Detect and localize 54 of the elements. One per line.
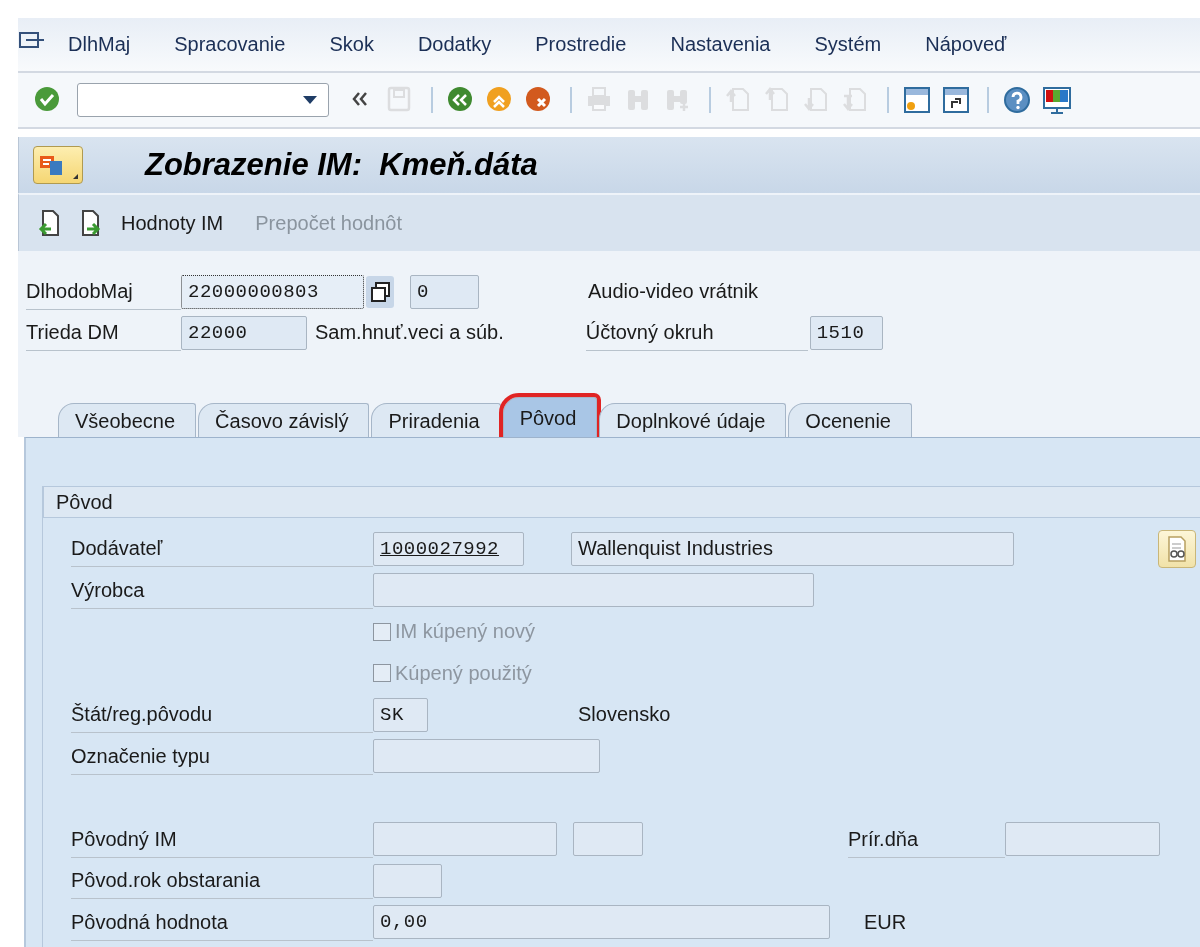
input-field[interactable]: 22000 [181,315,307,350]
field-label: Pôvod.rok obstarania [71,862,373,900]
toolbar-button[interactable]: Hodnoty IM [121,211,224,235]
monitor-icon[interactable] [1042,86,1072,114]
input-field[interactable]: 0 [410,274,479,309]
menu-item[interactable]: Prostredie [535,33,627,56]
input-field[interactable]: Wallenquist Industries [571,531,1014,566]
field-label: Pôvodný IM [71,820,373,858]
input-field[interactable]: 22000000803 [181,274,364,309]
input-field[interactable] [573,822,643,857]
input-field[interactable]: 1510 [809,315,883,350]
window-menu-icon[interactable] [38,153,64,177]
menu-item[interactable]: Spracovanie [174,33,286,56]
menu-item[interactable]: Nápoveď [925,33,1007,56]
field-text: Sam.hnuť.veci a súb. [315,321,504,344]
glasses-document-icon [1165,534,1189,563]
field-text: Slovensko [578,703,671,727]
field-label: Výrobca [71,571,373,609]
tab[interactable]: Doplnkové údaje [599,403,787,437]
field-label: Označenie typu [71,737,373,775]
input-field[interactable]: 1000027992 [373,531,524,566]
field-text: Audio-video vrátnik [588,280,759,303]
menu-item[interactable]: Systém [814,33,882,56]
document-arrow-left-icon[interactable] [37,209,61,237]
command-field[interactable] [77,83,329,117]
input-field[interactable]: SK [373,697,428,732]
menu-item[interactable]: Nastavenia [670,33,771,56]
input-field[interactable] [373,863,442,898]
new-window-icon[interactable] [903,86,933,114]
input-field[interactable] [373,573,814,608]
menu-button[interactable] [33,146,83,184]
field-label: Pôvodná hodnota [71,903,373,941]
tab[interactable]: Priradenia [371,403,501,437]
dropdown-arrow-icon[interactable] [302,94,318,106]
input-field[interactable] [1005,822,1160,857]
tab[interactable]: Všeobecne [58,403,197,437]
menu-item[interactable]: Skok [329,33,374,56]
field-text: EUR [864,910,907,934]
field-label: Dodávateľ [71,530,373,568]
input-field[interactable]: 0,00 [373,905,830,940]
detail-button[interactable] [1158,529,1196,568]
input-field[interactable] [373,739,600,774]
tab[interactable]: Ocenenie [788,403,912,437]
field-label: Účtovný okruh [585,314,808,351]
help-icon[interactable] [1003,86,1033,114]
group-title: Pôvod [43,486,1200,518]
shortcut-window-icon[interactable] [942,86,972,114]
menu-item[interactable]: DlhMaj [68,33,131,56]
tab[interactable]: Časovo závislý [198,403,370,437]
input-field[interactable] [373,822,557,857]
menu-item[interactable]: Dodatky [417,33,492,56]
field-label: Štát/reg.pôvodu [71,696,373,734]
window-title: Zobrazenie IM: Kmeň.dáta [145,147,538,183]
copy-icon[interactable] [369,279,391,304]
